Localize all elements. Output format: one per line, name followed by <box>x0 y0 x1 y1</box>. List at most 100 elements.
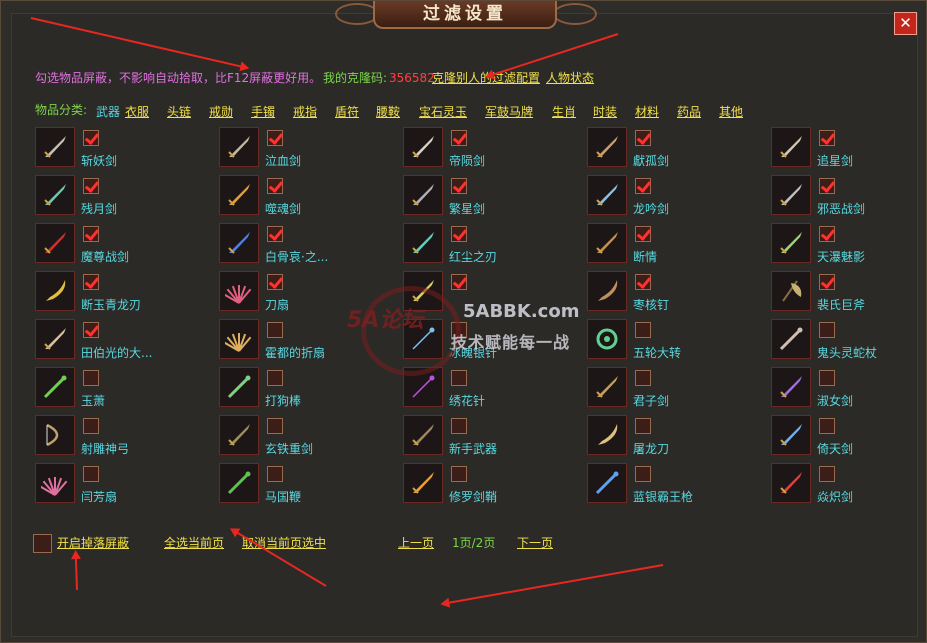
item-slot[interactable] <box>771 415 811 455</box>
item-slot[interactable] <box>219 175 259 215</box>
item-slot[interactable] <box>771 319 811 359</box>
item-filter-checkbox[interactable] <box>451 370 467 386</box>
category-tab[interactable]: 衣服 <box>125 103 149 120</box>
item-slot[interactable] <box>35 223 75 263</box>
next-page-link[interactable]: 下一页 <box>517 536 553 550</box>
item-filter-checkbox[interactable] <box>451 130 467 146</box>
item-slot[interactable] <box>587 271 627 311</box>
item-slot[interactable] <box>587 319 627 359</box>
item-filter-checkbox[interactable] <box>819 370 835 386</box>
item-slot[interactable] <box>771 271 811 311</box>
item-filter-checkbox[interactable] <box>451 226 467 242</box>
category-tab[interactable]: 生肖 <box>552 103 576 120</box>
item-slot[interactable] <box>219 271 259 311</box>
item-filter-checkbox[interactable] <box>451 178 467 194</box>
category-tab[interactable]: 盾符 <box>335 103 359 120</box>
item-filter-checkbox[interactable] <box>635 418 651 434</box>
item-slot[interactable] <box>35 463 75 503</box>
item-filter-checkbox[interactable] <box>819 226 835 242</box>
item-filter-checkbox[interactable] <box>635 130 651 146</box>
item-slot[interactable] <box>219 367 259 407</box>
item-filter-checkbox[interactable] <box>635 274 651 290</box>
category-tab[interactable]: 手镯 <box>251 103 275 120</box>
drop-filter-checkbox[interactable] <box>33 534 52 553</box>
item-slot[interactable] <box>587 127 627 167</box>
item-slot[interactable] <box>219 463 259 503</box>
item-filter-checkbox[interactable] <box>83 370 99 386</box>
item-slot[interactable] <box>587 175 627 215</box>
item-filter-checkbox[interactable] <box>267 130 283 146</box>
category-tab[interactable]: 腰鞍 <box>376 103 400 120</box>
item-filter-checkbox[interactable] <box>451 466 467 482</box>
item-filter-checkbox[interactable] <box>267 370 283 386</box>
item-slot[interactable] <box>35 175 75 215</box>
category-tab[interactable]: 时装 <box>593 103 617 120</box>
item-slot[interactable] <box>35 367 75 407</box>
item-slot[interactable] <box>771 175 811 215</box>
item-slot[interactable] <box>587 463 627 503</box>
item-filter-checkbox[interactable] <box>819 274 835 290</box>
item-filter-checkbox[interactable] <box>83 274 99 290</box>
item-filter-checkbox[interactable] <box>635 370 651 386</box>
item-slot[interactable] <box>771 367 811 407</box>
item-entry: 玉萧 <box>35 367 205 413</box>
item-filter-checkbox[interactable] <box>635 322 651 338</box>
item-filter-checkbox[interactable] <box>267 418 283 434</box>
drop-filter-label[interactable]: 开启掉落屏蔽 <box>57 536 129 550</box>
item-slot[interactable] <box>219 127 259 167</box>
character-status-link[interactable]: 人物状态 <box>546 71 594 85</box>
category-tab[interactable]: 宝石灵玉 <box>419 103 467 120</box>
close-button[interactable]: ✕ <box>894 12 917 35</box>
item-name: 霍都的折扇 <box>265 346 326 360</box>
item-slot[interactable] <box>587 223 627 263</box>
item-filter-checkbox[interactable] <box>819 466 835 482</box>
item-slot[interactable] <box>403 415 443 455</box>
category-tab[interactable]: 材料 <box>635 103 659 120</box>
category-tab[interactable]: 军鼓马牌 <box>485 103 533 120</box>
item-slot[interactable] <box>587 367 627 407</box>
item-filter-checkbox[interactable] <box>635 226 651 242</box>
item-filter-checkbox[interactable] <box>83 418 99 434</box>
item-filter-checkbox[interactable] <box>451 418 467 434</box>
category-tab[interactable]: 戒勋 <box>209 103 233 120</box>
item-slot[interactable] <box>35 127 75 167</box>
item-slot[interactable] <box>771 127 811 167</box>
item-filter-checkbox[interactable] <box>83 466 99 482</box>
item-filter-checkbox[interactable] <box>267 466 283 482</box>
category-tab[interactable]: 药品 <box>677 103 701 120</box>
item-filter-checkbox[interactable] <box>451 274 467 290</box>
item-filter-checkbox[interactable] <box>267 226 283 242</box>
item-filter-checkbox[interactable] <box>83 130 99 146</box>
item-slot[interactable] <box>219 319 259 359</box>
item-filter-checkbox[interactable] <box>83 322 99 338</box>
item-slot[interactable] <box>587 415 627 455</box>
item-slot[interactable] <box>403 463 443 503</box>
item-slot[interactable] <box>771 463 811 503</box>
item-slot[interactable] <box>35 271 75 311</box>
item-filter-checkbox[interactable] <box>635 466 651 482</box>
category-tab[interactable]: 武器 <box>96 103 120 120</box>
item-slot[interactable] <box>771 223 811 263</box>
item-slot[interactable] <box>219 223 259 263</box>
item-slot[interactable] <box>35 319 75 359</box>
item-filter-checkbox[interactable] <box>267 274 283 290</box>
item-slot[interactable] <box>219 415 259 455</box>
category-tab[interactable]: 头链 <box>167 103 191 120</box>
item-slot[interactable] <box>403 127 443 167</box>
item-filter-checkbox[interactable] <box>267 322 283 338</box>
item-filter-checkbox[interactable] <box>83 178 99 194</box>
item-filter-checkbox[interactable] <box>819 322 835 338</box>
select-all-page-link[interactable]: 全选当前页 <box>164 536 224 550</box>
item-filter-checkbox[interactable] <box>267 178 283 194</box>
prev-page-link[interactable]: 上一页 <box>398 536 434 550</box>
item-slot[interactable] <box>403 175 443 215</box>
item-slot[interactable] <box>35 415 75 455</box>
item-filter-checkbox[interactable] <box>819 178 835 194</box>
category-tab[interactable]: 其他 <box>719 103 743 120</box>
item-filter-checkbox[interactable] <box>819 418 835 434</box>
item-slot[interactable] <box>403 223 443 263</box>
category-tab[interactable]: 戒指 <box>293 103 317 120</box>
item-filter-checkbox[interactable] <box>635 178 651 194</box>
item-filter-checkbox[interactable] <box>83 226 99 242</box>
item-filter-checkbox[interactable] <box>819 130 835 146</box>
